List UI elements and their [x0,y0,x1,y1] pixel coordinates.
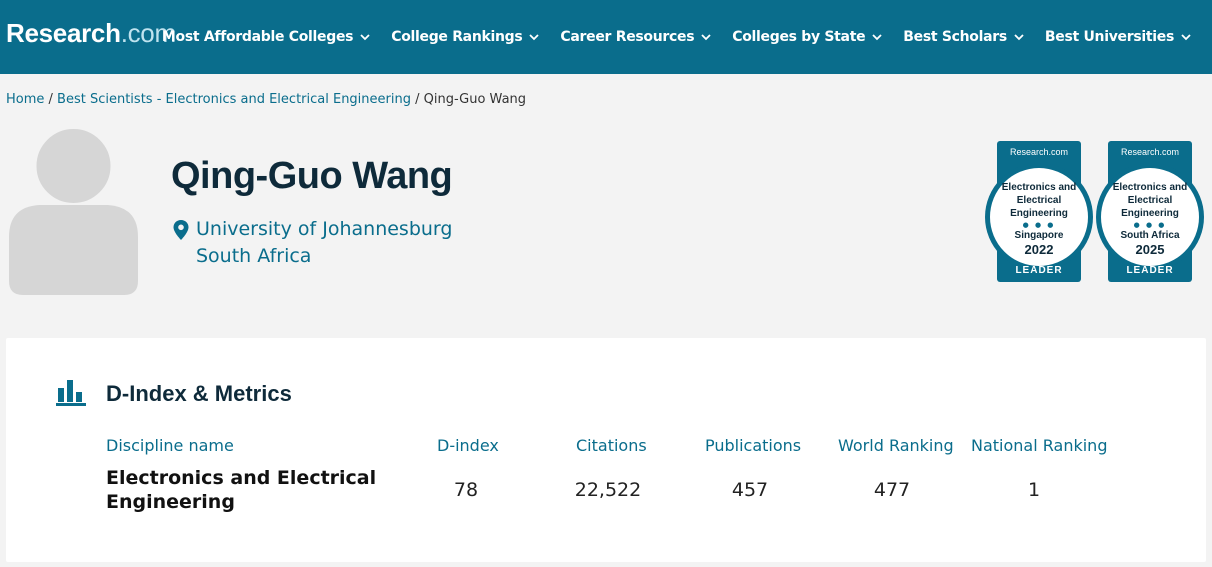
header-national-ranking: National Ranking [971,436,1108,455]
breadcrumb-home-link[interactable]: Home [6,92,44,107]
badge-field-line: Engineering [1010,208,1068,219]
badge-field-line: Electrical [1127,195,1173,206]
chevron-down-icon [1181,34,1191,41]
metrics-title: D-Index & Metrics [106,381,292,406]
institution-link[interactable]: University of Johannesburg [196,216,452,243]
breadcrumb-separator: / [410,92,424,107]
chevron-down-icon [872,34,882,41]
header-dindex: D-index [437,436,499,455]
badge-brand: Research.com [1009,147,1069,157]
citations-value: 22,522 [574,479,642,501]
country-link[interactable]: South Africa [196,243,452,270]
badge-country: South Africa [1120,230,1180,241]
nav-label: Career Resources [560,29,695,45]
logo-text: Research [6,18,121,48]
nav-colleges-by-state[interactable]: Colleges by State [732,26,883,48]
nav-label: Best Universities [1044,29,1174,45]
leader-badge-2022[interactable]: Research.com Electronics and Electrical … [985,141,1093,282]
leader-badge-2025[interactable]: Research.com Electronics and Electrical … [1096,141,1204,282]
dindex-value: 78 [453,479,479,501]
badge-field-line: Electronics and [1001,182,1077,193]
badge-field-line: Electronics and [1112,182,1188,193]
badge-field-line: Engineering [1121,208,1179,219]
header-publications: Publications [705,436,802,455]
badge-label: LEADER [1015,265,1063,276]
badge-dots: ● ● ● [1133,221,1167,229]
chevron-down-icon [1014,34,1024,41]
nav-most-affordable-colleges[interactable]: Most Affordable Colleges [162,26,371,48]
nav-label: Best Scholars [903,29,1007,45]
badge-field: Electronics and Electrical Engineering [997,181,1081,220]
top-navigation-bar: Research.com Most Affordable Colleges Co… [0,0,1212,74]
affiliation: University of Johannesburg South Africa [196,216,452,270]
badge-brand: Research.com [1120,147,1180,157]
map-pin-icon [173,220,189,240]
badge-year: 2025 [1135,242,1165,257]
world-ranking-value: 477 [873,479,911,501]
chevron-down-icon [701,34,711,41]
chevron-down-icon [360,34,370,41]
main-nav: Most Affordable Colleges College Ranking… [162,26,1212,48]
nav-best-universities[interactable]: Best Universities [1045,26,1192,48]
badge-label: LEADER [1126,265,1174,276]
badge-year: 2022 [1024,242,1054,257]
nav-best-scholars[interactable]: Best Scholars [903,26,1025,48]
nav-career-resources[interactable]: Career Resources [560,26,712,48]
person-silhouette-icon [9,127,138,295]
breadcrumb-section-link[interactable]: Best Scientists - Electronics and Electr… [57,92,411,107]
header-world-ranking: World Ranking [838,436,954,455]
discipline-line: Electronics and Electrical [106,467,377,489]
bar-chart-icon [56,380,86,406]
breadcrumb-separator: / [44,92,58,107]
scientist-name: Qing-Guo Wang [171,155,453,197]
header-citations: Citations [576,436,647,455]
breadcrumb-current: Qing-Guo Wang [423,92,527,107]
nav-label: College Rankings [391,29,523,45]
nav-college-rankings[interactable]: College Rankings [391,26,540,48]
metrics-card: D-Index & Metrics Discipline name D-inde… [6,338,1206,562]
publications-value: 457 [731,479,769,501]
chevron-down-icon [529,34,540,41]
badge-field-line: Electrical [1016,195,1062,206]
breadcrumb: Home / Best Scientists - Electronics and… [6,92,526,107]
discipline-name[interactable]: Electronics and Electrical Engineering [106,466,406,514]
nav-label: Most Affordable Colleges [161,29,354,45]
badge-dots: ● ● ● [1022,221,1056,229]
nav-label: Colleges by State [732,29,866,45]
badge-country: Singapore [1014,230,1064,241]
badge-field: Electronics and Electrical Engineering [1108,181,1192,220]
site-logo[interactable]: Research.com [6,18,176,49]
discipline-line: Engineering [106,491,235,513]
header-discipline: Discipline name [106,436,234,455]
national-ranking-value: 1 [1027,479,1041,501]
